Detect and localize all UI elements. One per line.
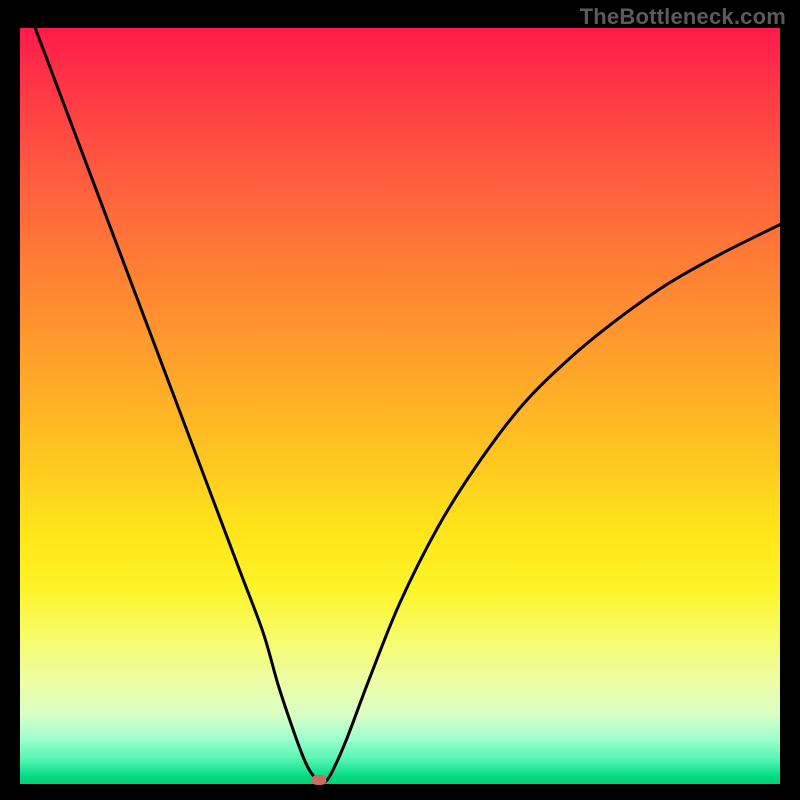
bottleneck-curve-path [35,28,780,783]
chart-container: TheBottleneck.com [0,0,800,800]
watermark-text: TheBottleneck.com [580,4,786,30]
minimum-marker [311,775,326,785]
plot-area [20,28,780,784]
bottleneck-curve-svg [20,28,780,784]
